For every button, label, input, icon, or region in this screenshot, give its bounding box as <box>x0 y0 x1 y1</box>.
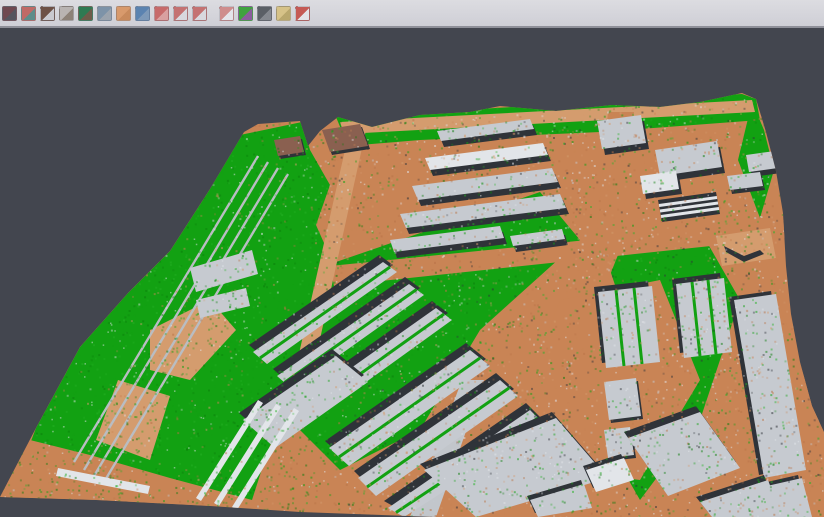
mesh-object-icon[interactable] <box>257 6 272 21</box>
toolbar-separator <box>209 6 217 21</box>
open-project-icon[interactable] <box>2 6 17 21</box>
circle-select-icon[interactable] <box>173 6 188 21</box>
rect-select-icon[interactable] <box>192 6 207 21</box>
viewport-3d[interactable] <box>0 28 824 517</box>
terrain-model-icon[interactable] <box>40 6 55 21</box>
list-red-icon[interactable] <box>154 6 169 21</box>
classify-points-icon[interactable] <box>21 6 36 21</box>
classified-cloud-icon[interactable] <box>238 6 253 21</box>
building-roof <box>676 278 732 358</box>
vegetation-layer-icon[interactable] <box>78 6 93 21</box>
terrain-clipped <box>0 28 824 517</box>
sparse-points-icon[interactable] <box>59 6 74 21</box>
clear-results-icon[interactable] <box>295 6 310 21</box>
orange-block-icon[interactable] <box>116 6 131 21</box>
point-cloud-svg[interactable] <box>0 28 824 517</box>
point-cloud-scene <box>0 28 824 517</box>
toolbar <box>0 0 824 28</box>
measure-icon[interactable] <box>276 6 291 21</box>
grid-cells-icon[interactable] <box>219 6 234 21</box>
building-roof <box>598 286 660 368</box>
column-view-icon[interactable] <box>97 6 112 21</box>
globe-icon[interactable] <box>135 6 150 21</box>
